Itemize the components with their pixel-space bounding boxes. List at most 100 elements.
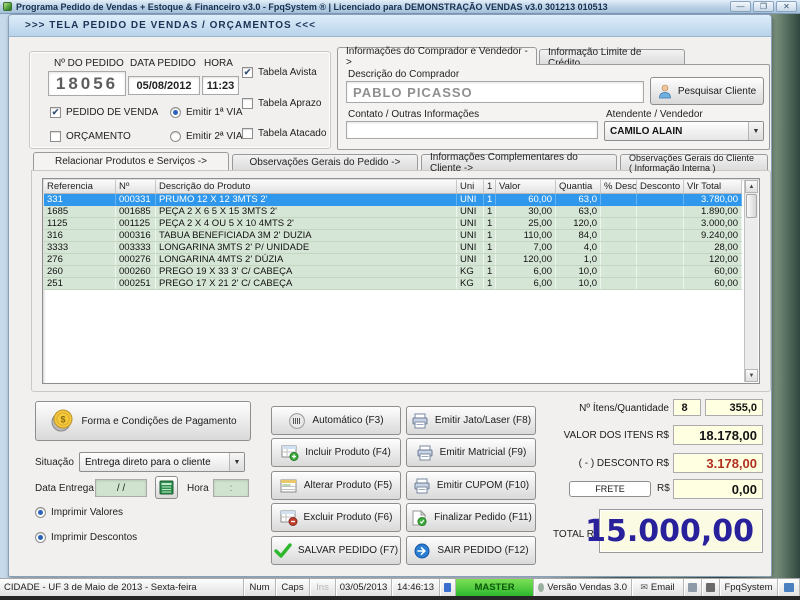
status-caps-lock: Caps	[276, 579, 310, 596]
printer-icon	[414, 478, 430, 493]
forma-pagamento-button[interactable]: $ Forma e Condições de Pagamento	[35, 401, 251, 441]
status-version: Versão Vendas 3.0	[534, 579, 632, 596]
header-numero[interactable]: Nº	[116, 180, 156, 194]
header-quantia[interactable]: Quantia	[556, 180, 601, 194]
incluir-produto-button[interactable]: Incluir Produto (F4)	[271, 438, 401, 467]
pesquisar-cliente-button[interactable]: Pesquisar Cliente	[650, 77, 764, 105]
scroll-down-icon[interactable]: ▼	[745, 369, 758, 382]
coin-icon: $	[51, 409, 73, 432]
emitir-2via-radio[interactable]: Emitir 2ª VIA	[170, 131, 243, 142]
pedido-venda-checkbox[interactable]: ✔ PEDIDO DE VENDA	[50, 107, 158, 118]
automatico-button[interactable]: Automático (F3)	[271, 406, 401, 435]
window-titlebar[interactable]: Programa Pedido de Vendas + Estoque & Fi…	[0, 0, 800, 14]
hora-label: HORA	[204, 58, 233, 69]
table-row[interactable]: 331 000331 PRUMO 12 X 12 3MTS 2' UNI 1 6…	[44, 194, 742, 206]
printer-icon	[688, 583, 697, 592]
emitir-jato-laser-button[interactable]: Emitir Jato/Laser (F8)	[406, 406, 536, 435]
chevron-down-icon: ▼	[748, 122, 763, 140]
valor-itens-label: VALOR DOS ITENS R$	[563, 430, 669, 441]
table-row[interactable]: 3333 003333 LONGARINA 3MTS 2' P/ UNIDADE…	[44, 242, 742, 254]
tab-informacoes-cliente[interactable]: Informações Complementares do Cliente ->	[421, 152, 617, 174]
printer-icon	[412, 413, 428, 428]
table-row[interactable]: 251 000251 PREGO 17 X 21 2' C/ CABEÇA KG…	[44, 278, 742, 290]
table-row[interactable]: 316 000316 TABUA BENEFICIADA 3M 2' DUZIA…	[44, 230, 742, 242]
imprimir-valores-radio[interactable]: Imprimir Valores	[35, 507, 123, 518]
header-descricao[interactable]: Descrição do Produto	[156, 180, 457, 194]
tabela-avista-checkbox[interactable]: ✔ Tabela Avista	[242, 67, 317, 78]
frete-button[interactable]: FRETE	[569, 481, 651, 497]
emitir-1via-radio[interactable]: Emitir 1ª VIA	[170, 107, 243, 118]
table-scrollbar[interactable]: ▲ ▼	[744, 180, 758, 382]
tab-observacoes-cliente[interactable]: Observações Gerais do Cliente ( Informaç…	[620, 153, 768, 173]
status-user: MASTER	[456, 579, 534, 596]
frete-currency-label: R$	[657, 483, 670, 494]
scroll-up-icon[interactable]: ▲	[745, 180, 758, 193]
status-bar: CIDADE - UF 3 de Maio de 2013 - Sexta-fe…	[0, 578, 800, 596]
checkbox-checked-icon: ✔	[50, 107, 61, 118]
table-row[interactable]: 1125 001125 PEÇA 2 X 4 OU 5 X 10 4MTS 2'…	[44, 218, 742, 230]
hora-field[interactable]: 11:23	[202, 76, 239, 95]
scroll-thumb[interactable]	[746, 194, 757, 218]
itens-quantidade-label: Nº Ítens/Quantidade	[579, 403, 669, 414]
buyer-panel: Descrição do Comprador PABLO PICASSO Pes…	[337, 64, 770, 150]
help-icon	[783, 583, 794, 592]
header-uni[interactable]: Uni	[457, 180, 484, 194]
header-valor[interactable]: Valor	[496, 180, 556, 194]
header-referencia[interactable]: Referencia	[44, 180, 116, 194]
atendente-select[interactable]: CAMILO ALAIN ▼	[604, 121, 764, 141]
status-connection-seg	[702, 579, 720, 596]
table-row[interactable]: 1685 001685 PEÇA 2 X 6 5 X 15 3MTS 2' UN…	[44, 206, 742, 218]
checkbox-empty-icon	[242, 128, 253, 139]
sair-pedido-button[interactable]: SAIR PEDIDO (F12)	[406, 536, 536, 565]
connection-icon	[706, 583, 715, 592]
restore-button[interactable]: ❐	[753, 1, 774, 12]
close-button[interactable]: ✕	[776, 1, 797, 12]
salvar-pedido-button[interactable]: SALVAR PEDIDO (F7)	[271, 536, 401, 565]
form-caption[interactable]: >>> TELA PEDIDO DE VENDAS / ORÇAMENTOS <…	[9, 15, 771, 37]
situacao-select[interactable]: Entrega direto para o cliente ▼	[79, 452, 245, 472]
chevron-down-icon: ▼	[229, 453, 244, 471]
table-row[interactable]: 276 000276 LONGARINA 4MTS 2' DÚZIA UNI 1…	[44, 254, 742, 266]
numero-pedido-field[interactable]: 18056	[48, 71, 126, 96]
status-email[interactable]: ✉ Email	[632, 579, 684, 596]
minimize-button[interactable]: —	[730, 1, 751, 12]
descricao-comprador-field[interactable]: PABLO PICASSO	[346, 81, 644, 103]
status-time: 14:46:13	[392, 579, 440, 596]
taskbar-edge	[0, 596, 800, 600]
data-entrega-field[interactable]: / /	[95, 479, 147, 497]
tabela-atacado-checkbox[interactable]: Tabela Atacado	[242, 128, 326, 139]
tab-limite-credito[interactable]: Informação Limite de Crédito	[539, 47, 685, 69]
status-brand: FpqSystem	[720, 579, 778, 596]
tabela-aprazo-checkbox[interactable]: Tabela Aprazo	[242, 98, 321, 109]
contato-field[interactable]	[346, 121, 598, 139]
radio-icon	[35, 507, 46, 518]
tab-comprador-vendedor[interactable]: Informações do Comprador e Vendedor ->	[337, 46, 537, 68]
header-tabela[interactable]: 1	[484, 180, 496, 194]
window-title: Programa Pedido de Vendas + Estoque & Fi…	[16, 1, 608, 12]
table-remove-icon	[280, 510, 298, 526]
orcamento-checkbox[interactable]: ORÇAMENTO	[50, 131, 131, 142]
alterar-produto-button[interactable]: Alterar Produto (F5)	[271, 471, 401, 500]
imprimir-descontos-radio[interactable]: Imprimir Descontos	[35, 532, 137, 543]
data-pedido-field[interactable]: 05/08/2012	[128, 76, 200, 95]
tab-observacoes-pedido[interactable]: Observações Gerais do Pedido ->	[232, 154, 418, 170]
emitir-matricial-button[interactable]: Emitir Matricial (F9)	[406, 438, 536, 467]
status-date: 03/05/2013	[336, 579, 392, 596]
emitir-cupom-button[interactable]: Emitir CUPOM (F10)	[406, 471, 536, 500]
printer-icon	[417, 445, 433, 460]
header-desconto[interactable]: Desconto	[637, 180, 684, 194]
excluir-produto-button[interactable]: Excluir Produto (F6)	[271, 503, 401, 532]
situacao-label: Situação	[35, 457, 74, 468]
calendar-button[interactable]	[155, 476, 178, 499]
table-row[interactable]: 260 000260 PREGO 19 X 33 3' C/ CABEÇA KG…	[44, 266, 742, 278]
descricao-comprador-label: Descrição do Comprador	[348, 69, 460, 80]
header-perc-desc[interactable]: % Desc.	[601, 180, 637, 194]
table-edit-icon	[280, 479, 297, 492]
finalizar-pedido-button[interactable]: Finalizar Pedido (F11)	[406, 503, 536, 532]
tab-relacionar-produtos[interactable]: Relacionar Produtos e Serviços ->	[33, 152, 229, 170]
products-panel: Referencia Nº Descrição do Produto Uni 1…	[31, 170, 771, 392]
hora-entrega-field[interactable]: :	[213, 479, 249, 497]
svg-text:$: $	[61, 415, 66, 425]
app-icon	[3, 2, 12, 11]
header-vlr-total[interactable]: Vlr Total	[684, 180, 742, 194]
